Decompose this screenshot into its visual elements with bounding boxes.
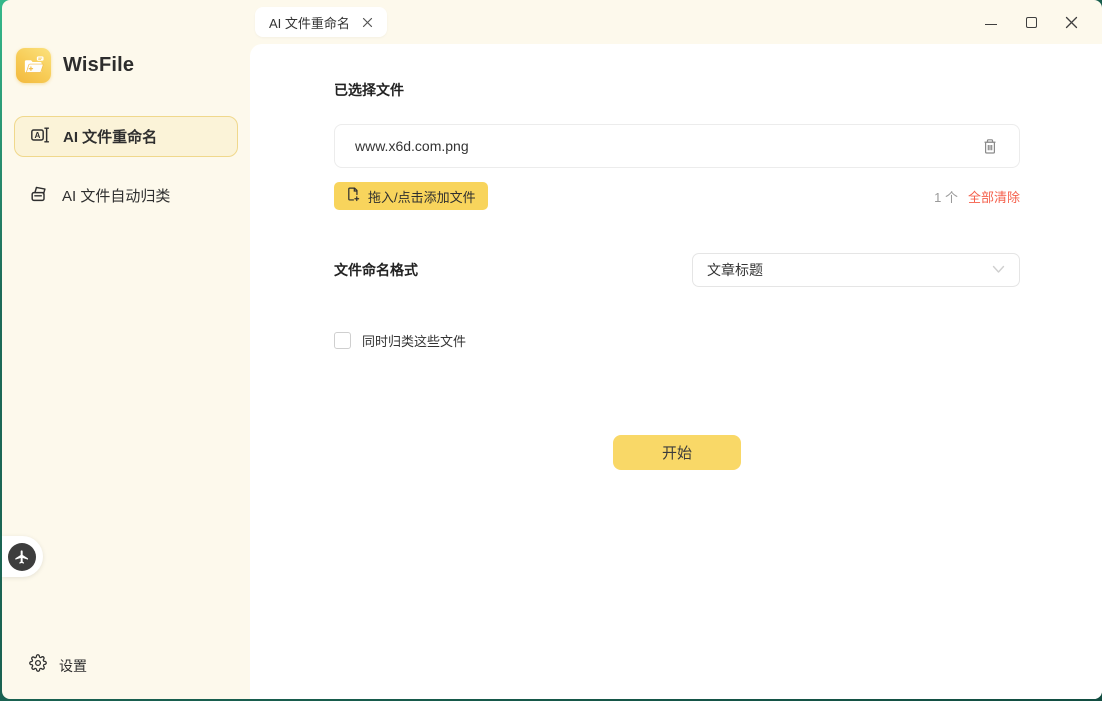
naming-format-label: 文件命名格式 bbox=[334, 260, 418, 280]
close-button[interactable] bbox=[1064, 15, 1078, 29]
sidebar-item-ai-rename[interactable]: A AI 文件重命名 bbox=[14, 116, 238, 157]
chevron-down-icon bbox=[992, 261, 1005, 279]
svg-text:A: A bbox=[35, 131, 41, 140]
naming-format-row: 文件命名格式 文章标题 bbox=[334, 253, 1020, 287]
naming-format-value: 文章标题 bbox=[707, 260, 763, 280]
tab-ai-rename[interactable]: AI 文件重命名 bbox=[255, 7, 387, 37]
add-files-button[interactable]: 拖入/点击添加文件 bbox=[334, 182, 488, 210]
settings-label: 设置 bbox=[59, 656, 87, 676]
airplane-mode-button[interactable] bbox=[2, 536, 43, 577]
classify-checkbox[interactable] bbox=[334, 332, 351, 349]
clear-all-link[interactable]: 全部清除 bbox=[968, 187, 1020, 206]
app-window: AI 文件重命名 WisFile bbox=[2, 0, 1102, 699]
delete-file-button[interactable] bbox=[981, 137, 999, 155]
sidebar: WisFile A AI 文件重命名 AI 文件自动归类 bbox=[2, 0, 250, 699]
app-logo: WisFile bbox=[16, 48, 134, 83]
sidebar-item-label: AI 文件重命名 bbox=[63, 126, 157, 147]
file-list-item: www.x6d.com.png bbox=[334, 124, 1020, 168]
settings-button[interactable]: 设置 bbox=[29, 654, 87, 677]
start-button[interactable]: 开始 bbox=[613, 435, 741, 470]
rename-icon: A bbox=[30, 125, 50, 149]
main-panel: 已选择文件 www.x6d.com.png bbox=[250, 44, 1102, 699]
add-files-button-label: 拖入/点击添加文件 bbox=[368, 187, 476, 206]
classify-checkbox-label: 同时归类这些文件 bbox=[362, 331, 466, 350]
classify-checkbox-row: 同时归类这些文件 bbox=[334, 331, 1020, 350]
maximize-button[interactable] bbox=[1024, 15, 1038, 29]
tab-close-icon[interactable] bbox=[362, 17, 373, 28]
add-file-icon bbox=[346, 187, 360, 205]
file-count-meta: 1 个 全部清除 bbox=[934, 187, 1020, 206]
minimize-button[interactable] bbox=[984, 15, 998, 29]
airplane-icon bbox=[8, 543, 36, 571]
naming-format-select[interactable]: 文章标题 bbox=[692, 253, 1020, 287]
gear-icon bbox=[29, 654, 47, 677]
app-title: WisFile bbox=[63, 54, 134, 77]
classify-icon bbox=[29, 184, 49, 208]
file-count: 1 个 bbox=[934, 187, 958, 206]
sidebar-item-ai-classify[interactable]: AI 文件自动归类 bbox=[14, 175, 238, 216]
window-controls bbox=[984, 0, 1102, 44]
add-file-row: 拖入/点击添加文件 1 个 全部清除 bbox=[334, 182, 1020, 210]
selected-files-header: 已选择文件 bbox=[334, 80, 1020, 100]
sidebar-item-label: AI 文件自动归类 bbox=[62, 185, 170, 206]
wisfile-logo-icon bbox=[16, 48, 51, 83]
file-name: www.x6d.com.png bbox=[355, 138, 469, 154]
tab-label: AI 文件重命名 bbox=[269, 13, 350, 32]
start-button-container: 开始 bbox=[334, 435, 1020, 470]
